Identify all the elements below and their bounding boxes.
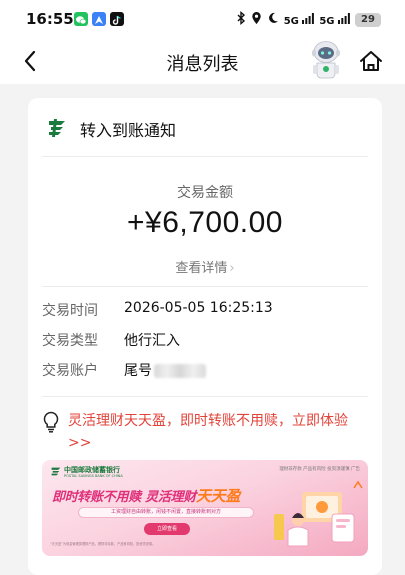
info-key: 交易账户 (42, 363, 98, 379)
banner-bank-name-en: POSTAL SAVINGS BANK OF CHINA (64, 474, 123, 478)
maps-icon (92, 12, 106, 26)
banner-slogan-c: 天天盈 (195, 487, 241, 505)
page-title: 消息列表 (166, 54, 239, 75)
moon-icon (267, 12, 279, 27)
psbc-logo-icon (51, 467, 61, 476)
signal-icon: 5G (284, 12, 315, 27)
battery-icon: 29 (355, 12, 381, 27)
banner-view-button[interactable]: 立即查看 (144, 523, 190, 535)
robot-assistant-icon (312, 41, 340, 79)
divider (42, 156, 368, 157)
signal-icon: 5G (319, 12, 350, 27)
card-title: 转入到账通知 (80, 121, 177, 140)
divider (42, 396, 368, 397)
banner-illustration (274, 480, 363, 547)
masked-account-number (154, 364, 206, 378)
banner-slogan: 即时转账不用赎 灵活理财天天盈 (52, 485, 240, 506)
status-time: 16:55 (26, 10, 74, 28)
chevron-left-icon (24, 50, 36, 72)
notification-card[interactable]: 转入到账通知 交易金额 +¥6,700.00 查看详情 › 交易时间 2026-0… (28, 98, 382, 575)
tiktok-icon (110, 12, 124, 26)
lightbulb-icon (43, 411, 59, 433)
banner-disclaimer: 理财非存款 产品有风险 投资须谨慎 广告 (279, 467, 360, 472)
promo-text: 灵活理财天天盈，即时转账不用赎，立即体验>> (68, 413, 348, 451)
promo-link[interactable]: 灵活理财天天盈，即时转账不用赎，立即体验>> (42, 410, 372, 454)
banner-slogan-b: 灵活理财 (145, 490, 196, 505)
info-key: 交易类型 (42, 333, 98, 349)
account-prefix: 尾号 (124, 363, 152, 379)
status-indicators: 5G 5G 29 (236, 11, 381, 28)
wechat-icon (74, 12, 88, 26)
amount-label: 交易金额 (177, 185, 233, 201)
banner-slogan-a: 即时转账不用赎 (52, 490, 141, 505)
home-icon (360, 51, 382, 71)
amount-value: +¥6,700.00 (127, 206, 283, 239)
home-button[interactable] (357, 47, 385, 75)
info-key: 交易时间 (42, 303, 98, 319)
location-icon (251, 11, 262, 28)
info-value: 他行汇入 (124, 333, 180, 349)
psbc-logo-icon (49, 119, 65, 137)
bluetooth-icon (236, 11, 246, 28)
promo-banner[interactable]: 中国邮政储蓄银行 POSTAL SAVINGS BANK OF CHINA 理财… (42, 460, 368, 556)
back-button[interactable] (14, 46, 46, 76)
banner-subline: 工资理财自由转账，闲钱不闲置，直接转账到对方 (78, 507, 254, 518)
view-details-link[interactable]: 查看详情 › (28, 257, 382, 276)
details-link-label: 查看详情 (175, 261, 228, 276)
chevron-right-icon: › (229, 261, 235, 276)
status-bar: 16:55 5G 5G 29 (0, 0, 405, 38)
info-value: 2026-05-05 16:25:13 (124, 300, 273, 316)
info-value: 尾号 (124, 360, 206, 380)
assistant-button[interactable] (308, 38, 344, 82)
card-header: 转入到账通知 (28, 98, 382, 156)
divider (42, 286, 368, 287)
nav-bar: 消息列表 (0, 38, 405, 84)
